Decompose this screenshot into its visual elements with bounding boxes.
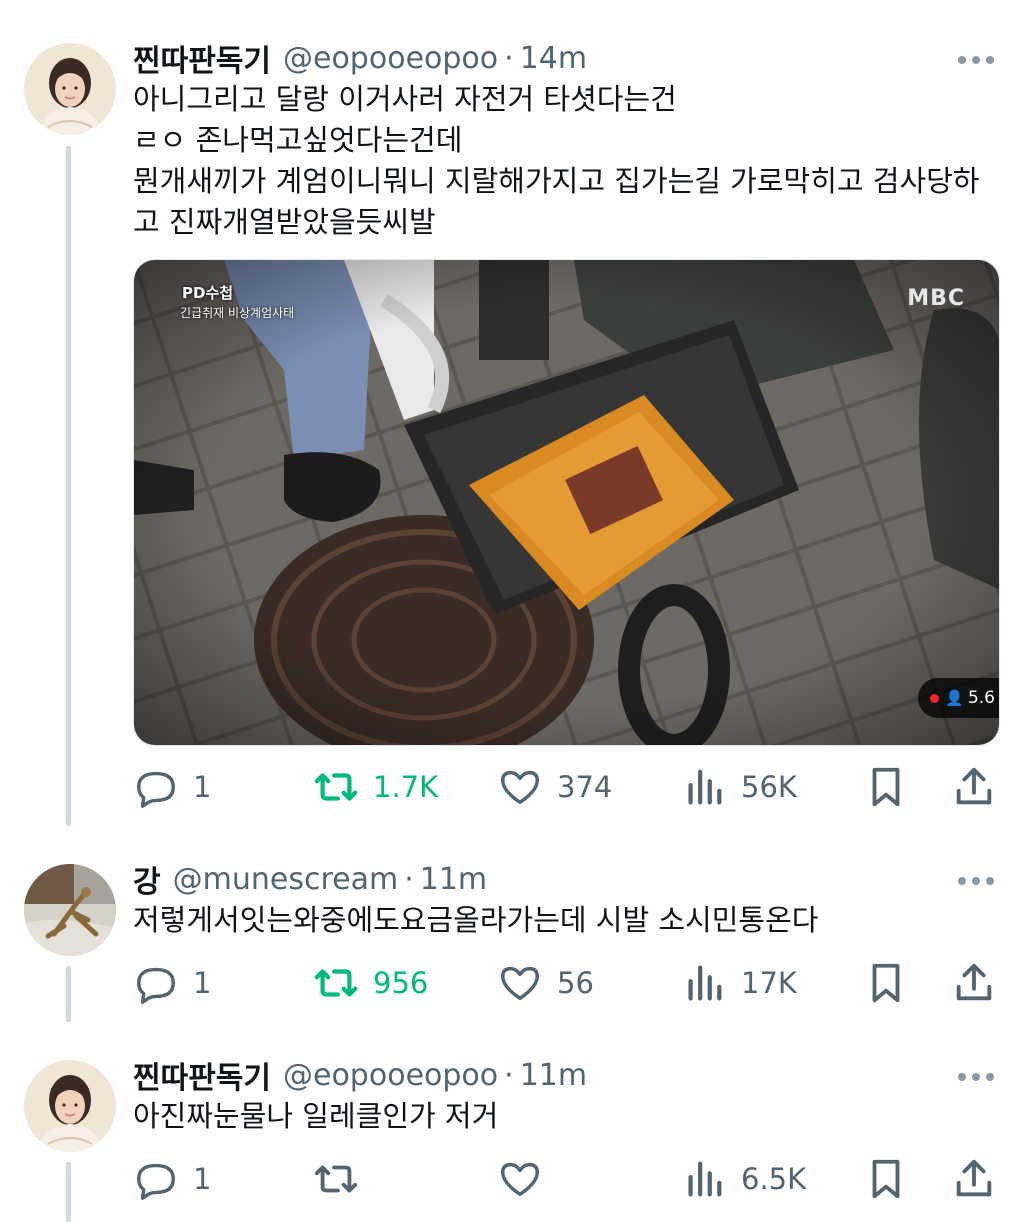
reply-count: 1: [193, 966, 212, 1000]
retweet-icon: [314, 969, 358, 997]
avatar[interactable]: [24, 864, 116, 956]
display-name[interactable]: 찐따판독기: [133, 36, 271, 80]
reply-button[interactable]: 1: [133, 958, 211, 1008]
like-icon: [501, 770, 539, 805]
user-handle[interactable]: @munescream: [173, 862, 399, 897]
reply-count: 1: [193, 1162, 212, 1196]
retweet-count: 1.7K: [373, 770, 439, 804]
user-handle[interactable]: @eopooeopoo: [283, 41, 498, 76]
timestamp[interactable]: 11m: [420, 862, 487, 897]
retweet-icon: [314, 1165, 358, 1193]
live-viewer-count: 5.6: [967, 688, 995, 708]
tweet-header: 강 @munescream · 11m: [133, 857, 1000, 901]
timestamp[interactable]: 11m: [520, 1058, 587, 1093]
tweet-content: 찐따판독기 @eopooeopoo · 11m 아진짜눈물나 일레클인가 저거: [133, 1054, 1000, 1137]
view-count: 6.5K: [741, 1162, 807, 1196]
tweet[interactable]: 강 @munescream · 11m 저렇게서잇는와중에도요금올라가는데 시발…: [0, 840, 1024, 1030]
like-button[interactable]: 374: [497, 762, 612, 812]
bookmark-icon: [872, 1159, 900, 1199]
tweet[interactable]: 찐따판독기 @eopooeopoo · 11m 아진짜눈물나 일레클인가 저거 …: [0, 1036, 1024, 1222]
tweet-media-video[interactable]: PD수첩 긴급취재 비상계엄사태 MBC 👤 5.6: [133, 259, 1000, 746]
avatar[interactable]: [24, 43, 116, 135]
share-button[interactable]: [951, 1154, 997, 1204]
tweet-text-line: 고 진짜개열받았을듯씨발: [133, 205, 436, 239]
tweet-content: 찐따판독기 @eopooeopoo · 14m 아니그리고 달랑 이거사러 자전…: [133, 37, 1000, 243]
tweet-content: 강 @munescream · 11m 저렇게서잇는와중에도요금올라가는데 시발…: [133, 858, 1000, 941]
like-icon: [501, 1162, 539, 1197]
like-icon: [501, 966, 539, 1001]
broadcast-caption: 긴급취재 비상계엄사태: [180, 306, 295, 320]
video-frame: [134, 260, 999, 745]
bookmark-icon: [872, 767, 900, 807]
views-icon: [688, 769, 722, 805]
tweet-text: 아니그리고 달랑 이거사러 자전거 타셧다는건 ㄹㅇ 존나먹고싶엇다는건데 뭔개…: [133, 79, 1000, 243]
tweet-text: 아진짜눈물나 일레클인가 저거: [133, 1096, 1000, 1137]
retweet-count: 956: [373, 966, 429, 1000]
share-button[interactable]: [951, 958, 997, 1008]
share-icon: [956, 1159, 992, 1197]
tweet-text: 저렇게서잇는와중에도요금올라가는데 시발 소시민통온다: [133, 900, 1000, 941]
timestamp[interactable]: 14m: [520, 41, 587, 76]
like-count: 56: [557, 966, 594, 1000]
share-icon: [956, 767, 992, 805]
retweet-button[interactable]: 1.7K: [313, 762, 438, 812]
like-button[interactable]: [497, 1154, 557, 1204]
bookmark-icon: [872, 963, 900, 1003]
like-button[interactable]: 56: [497, 958, 594, 1008]
program-logo: PD수첩: [182, 284, 234, 302]
views-icon: [688, 965, 722, 1001]
tweet-actions: 1 1.7K 374 56K: [133, 762, 1003, 812]
tweet-actions: 1 956 56 17K: [133, 958, 1003, 1008]
user-handle[interactable]: @eopooeopoo: [283, 1058, 498, 1093]
retweet-button[interactable]: 956: [313, 958, 428, 1008]
views-icon: [688, 1161, 722, 1197]
separator-dot: ·: [504, 40, 514, 76]
more-icon[interactable]: [956, 39, 996, 69]
tweet-text-line: 뭔개새끼가 계엄이니뭐니 지랄해가지고 집가는길 가로막히고 검사당하: [133, 164, 980, 198]
person-icon: 👤: [945, 689, 964, 707]
tweet-actions: 1 6.5K: [133, 1154, 1003, 1204]
reply-icon: [137, 1163, 175, 1200]
reply-button[interactable]: 1: [133, 1154, 211, 1204]
more-icon[interactable]: [956, 860, 996, 890]
retweet-button[interactable]: [313, 1154, 373, 1204]
reply-button[interactable]: 1: [133, 762, 211, 812]
views-button[interactable]: 17K: [681, 958, 797, 1008]
reply-icon: [137, 771, 175, 808]
views-button[interactable]: 6.5K: [681, 1154, 806, 1204]
live-dot-icon: [930, 693, 940, 703]
avatar[interactable]: [24, 1060, 116, 1152]
display-name[interactable]: 강: [133, 857, 161, 901]
separator-dot: ·: [504, 1057, 514, 1093]
tweet-text-line: 아니그리고 달랑 이거사러 자전거 타셧다는건: [133, 82, 677, 116]
view-count: 56K: [741, 770, 797, 804]
tweet-header: 찐따판독기 @eopooeopoo · 14m: [133, 36, 1000, 80]
bookmark-button[interactable]: [863, 762, 909, 812]
bookmark-button[interactable]: [863, 958, 909, 1008]
display-name[interactable]: 찐따판독기: [133, 1053, 271, 1097]
reply-count: 1: [193, 770, 212, 804]
broadcaster-logo: MBC: [907, 286, 965, 311]
views-button[interactable]: 56K: [681, 762, 797, 812]
tweet-header: 찐따판독기 @eopooeopoo · 11m: [133, 1053, 1000, 1097]
more-icon[interactable]: [956, 1056, 996, 1086]
retweet-icon: [314, 773, 358, 801]
tweet[interactable]: 찐따판독기 @eopooeopoo · 14m 아니그리고 달랑 이거사러 자전…: [0, 0, 1024, 830]
share-icon: [956, 963, 992, 1001]
share-button[interactable]: [951, 762, 997, 812]
tweet-text-line: 저렇게서잇는와중에도요금올라가는데 시발 소시민통온다: [133, 903, 819, 937]
like-count: 374: [557, 770, 613, 804]
reply-icon: [137, 967, 175, 1004]
bookmark-button[interactable]: [863, 1154, 909, 1204]
view-count: 17K: [741, 966, 797, 1000]
tweet-text-line: ㄹㅇ 존나먹고싶엇다는건데: [133, 123, 463, 157]
tweet-text-line: 아진짜눈물나 일레클인가 저거: [133, 1099, 499, 1133]
separator-dot: ·: [404, 861, 414, 897]
live-viewers-badge: 👤 5.6: [918, 678, 999, 718]
